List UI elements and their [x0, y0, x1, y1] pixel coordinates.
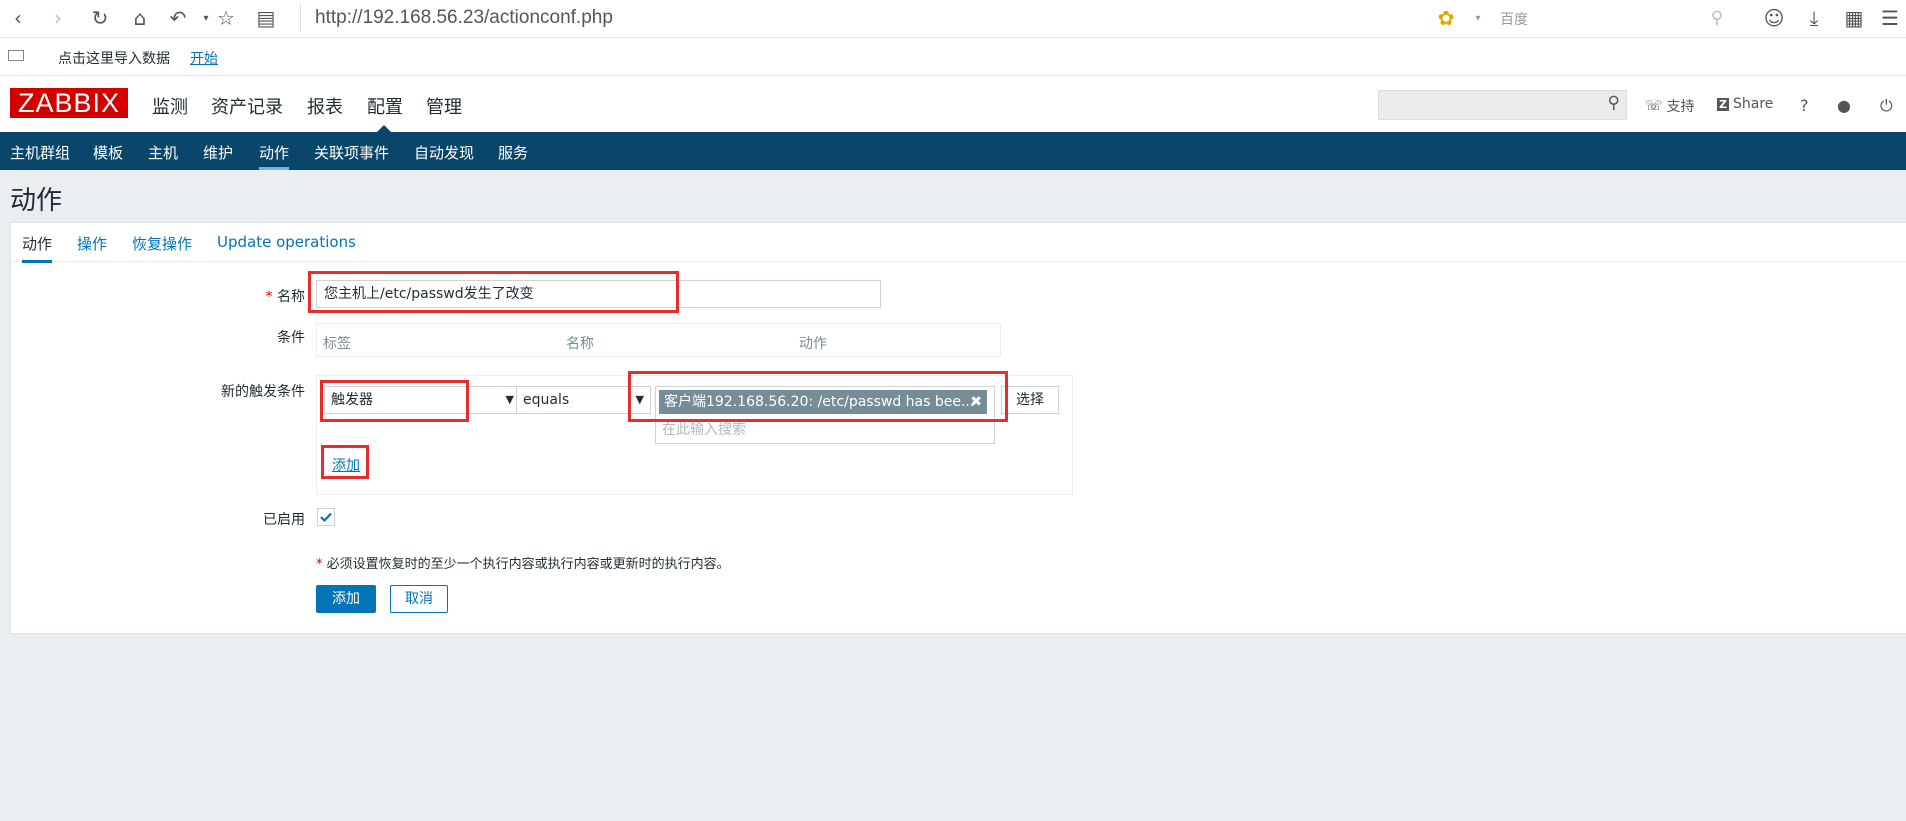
menu-icon[interactable]: ☰ — [1876, 4, 1904, 32]
required-note-text: 必须设置恢复时的至少一个执行内容或执行内容或更新时的执行内容。 — [326, 557, 730, 572]
page-title: 动作 — [10, 186, 63, 216]
account-icon[interactable]: ☺ — [1760, 4, 1788, 32]
subnav-hosts[interactable]: 主机 — [148, 142, 178, 163]
conditions-table: 标签 名称 动作 — [316, 323, 1001, 357]
star-icon[interactable]: ☆ — [212, 4, 240, 32]
active-menu-caret — [377, 125, 391, 132]
share-link[interactable]: Z Share — [1717, 96, 1773, 112]
selected-trigger-chip: 客户端192.168.56.20: /etc/passwd has bee...… — [659, 390, 987, 414]
download-icon[interactable]: ⤓ — [1800, 4, 1828, 32]
condition-type-select[interactable]: 触发器 ▼ — [324, 386, 521, 414]
bookmark-bar: 点击这里导入数据 开始 — [0, 38, 1906, 76]
logout-icon[interactable]: ⏻ — [1880, 96, 1893, 116]
sidebar-toggle-icon[interactable] — [8, 50, 24, 61]
support-label: 支持 — [1666, 99, 1695, 115]
subnav-maintenance[interactable]: 维护 — [203, 142, 233, 163]
tab-update-operations[interactable]: Update operations — [217, 233, 356, 251]
subnav-actions[interactable]: 动作 — [259, 142, 290, 170]
new-condition-label: 新的触发条件 — [221, 384, 305, 400]
tab-recovery-operations[interactable]: 恢复操作 — [132, 233, 192, 254]
tab-bar: 动作 操作 恢复操作 Update operations — [11, 223, 1906, 263]
import-bookmarks-text: 点击这里导入数据 — [58, 51, 170, 67]
share-label: Share — [1732, 96, 1774, 112]
top-menu-inventory[interactable]: 资产记录 — [211, 93, 283, 119]
address-bar[interactable]: http://192.168.56.23/actionconf.php — [300, 4, 1395, 32]
import-start-link[interactable]: 开始 — [190, 48, 218, 68]
undo-icon[interactable]: ↶ — [164, 4, 192, 32]
help-link[interactable]: ? — [1800, 96, 1809, 115]
chevron-down-icon: ▼ — [635, 393, 644, 406]
conditions-col-action: 动作 — [799, 336, 827, 352]
reload-icon[interactable]: ↻ — [86, 4, 114, 32]
conditions-col-name: 名称 — [566, 336, 594, 352]
add-condition-link[interactable]: 添加 — [332, 455, 360, 475]
name-input[interactable]: 您主机上/etc/passwd发生了改变 — [316, 280, 881, 308]
browser-toolbar: ‹ › ↻ ⌂ ↶ ▾ ☆ ▤ http://192.168.56.23/act… — [0, 0, 1906, 38]
conditions-col-label: 标签 — [323, 336, 351, 352]
subnav-discovery[interactable]: 自动发现 — [414, 142, 474, 163]
subnav-host-groups[interactable]: 主机群组 — [10, 142, 70, 163]
multiselect-search-input[interactable]: 在此输入搜索 — [662, 419, 746, 439]
apps-icon[interactable]: ▦ — [1840, 4, 1868, 32]
condition-type-value: 触发器 — [331, 392, 373, 408]
zabbix-header: ZABBIX 监测 资产记录 报表 配置 管理 ⚲ ☏ 支持 Z Share ? ●… — [0, 76, 1906, 132]
top-menu-administration[interactable]: 管理 — [426, 93, 462, 119]
forward-icon[interactable]: › — [44, 4, 72, 32]
enabled-checkbox[interactable] — [317, 508, 335, 526]
zabbix-logo[interactable]: ZABBIX — [10, 88, 128, 118]
conditions-label: 条件 — [277, 330, 305, 346]
subnav-event-correlation[interactable]: 关联项事件 — [314, 142, 389, 163]
checkmark-icon — [320, 512, 332, 523]
selected-trigger-text: 客户端192.168.56.20: /etc/passwd has bee... — [664, 394, 975, 410]
extension-bee-icon[interactable]: ✿ — [1432, 4, 1460, 32]
enabled-label: 已启用 — [263, 512, 305, 528]
cancel-button[interactable]: 取消 — [390, 585, 448, 613]
global-search-input[interactable]: ⚲ — [1378, 90, 1627, 120]
add-button[interactable]: 添加 — [316, 585, 376, 613]
trigger-multiselect[interactable]: 客户端192.168.56.20: /etc/passwd has bee...… — [655, 386, 995, 444]
support-link[interactable]: ☏ 支持 — [1645, 96, 1695, 116]
tab-operations[interactable]: 操作 — [77, 233, 107, 254]
subnav-services[interactable]: 服务 — [498, 142, 528, 163]
reader-icon[interactable]: ▤ — [252, 4, 280, 32]
engine-dropdown-icon[interactable]: ▾ — [1464, 4, 1492, 32]
search-engine-input[interactable]: 百度 — [1500, 9, 1528, 29]
search-icon[interactable]: ⚲ — [1608, 93, 1620, 113]
top-menu-reports[interactable]: 报表 — [307, 93, 343, 119]
sub-navigation: 主机群组 模板 主机 维护 动作 关联项事件 自动发现 服务 — [0, 132, 1906, 170]
headset-icon: ☏ — [1645, 98, 1663, 114]
top-menu-monitoring[interactable]: 监测 — [152, 93, 188, 119]
subnav-templates[interactable]: 模板 — [93, 142, 123, 163]
operator-select[interactable]: equals ▼ — [516, 386, 651, 414]
back-icon[interactable]: ‹ — [4, 4, 32, 32]
share-z-icon: Z — [1717, 97, 1729, 111]
name-label-text: 名称 — [277, 289, 305, 305]
chevron-down-icon: ▼ — [505, 393, 514, 406]
operator-value: equals — [523, 392, 570, 408]
tab-action[interactable]: 动作 — [22, 233, 53, 263]
top-menu-configuration[interactable]: 配置 — [367, 93, 403, 119]
remove-chip-icon[interactable]: ✖ — [970, 390, 982, 414]
user-profile-icon[interactable]: ● — [1837, 96, 1851, 115]
select-trigger-button[interactable]: 选择 — [1001, 386, 1059, 414]
browser-search-icon[interactable]: ⚲ — [1703, 4, 1731, 32]
action-form-panel: 动作 操作 恢复操作 Update operations * 名称 您主机上/e… — [10, 222, 1906, 634]
required-note: * 必须设置恢复时的至少一个执行内容或执行内容或更新时的执行内容。 — [316, 557, 730, 572]
url-text: http://192.168.56.23/actionconf.php — [315, 7, 613, 28]
name-label: * 名称 — [265, 289, 305, 305]
home-icon[interactable]: ⌂ — [126, 4, 154, 32]
